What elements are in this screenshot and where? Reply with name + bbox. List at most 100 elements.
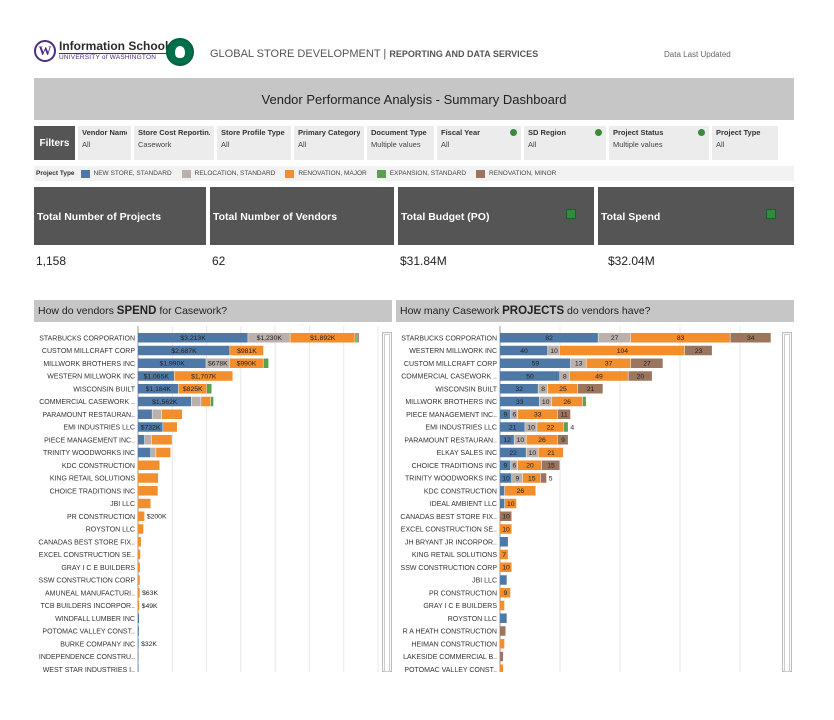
category-label: HEIMAN CONSTRUCTION xyxy=(411,641,497,648)
download-icon[interactable] xyxy=(566,209,576,219)
filter-store-cost-reportin[interactable]: Store Cost Reportin.. Casework xyxy=(134,126,214,160)
category-label: INDEPENDENCE CONSTRU.. xyxy=(39,654,135,661)
filters-label: Filters xyxy=(34,126,75,160)
filter-vendor-name[interactable]: Vendor Name All xyxy=(78,126,131,160)
category-label: PR CONSTRUCTION xyxy=(429,590,497,597)
bar-segment xyxy=(138,664,139,672)
category-label: R A HEATH CONSTRUCTION xyxy=(403,629,497,636)
bar-segment xyxy=(138,549,141,560)
info-icon[interactable] xyxy=(595,129,602,136)
projects-scrollbar[interactable] xyxy=(782,332,792,672)
data-label: 10 xyxy=(502,475,510,482)
filter-value: Multiple values xyxy=(613,140,663,149)
projects-title-post: do vendors have? xyxy=(564,305,651,317)
filter-project-type[interactable]: Project Type All xyxy=(712,126,778,160)
bar-segment xyxy=(138,524,144,534)
data-label: 10 xyxy=(502,565,510,572)
org-name: GLOBAL STORE DEVELOPMENT xyxy=(210,48,381,60)
legend-title: Project Type xyxy=(36,170,75,177)
data-label: 21 xyxy=(547,450,555,457)
category-label: PIECE MANAGEMENT INC.. xyxy=(44,437,135,444)
bar-segment xyxy=(210,396,214,407)
data-label: 10 xyxy=(502,526,510,533)
projects-chart: STARBUCKS CORPORATION 82 27 83 34WESTERN MIL… xyxy=(400,326,771,672)
data-label: 37 xyxy=(605,361,613,368)
kpi-budget-value: $31.84M xyxy=(400,254,447,268)
category-label: TRINITY WOODWORKS INC xyxy=(405,476,497,483)
header: W Information School UNIVERSITY of WASHI… xyxy=(34,38,794,72)
spend-panel-header: How do vendors SPEND for Casework? xyxy=(34,300,392,322)
filter-project-status[interactable]: Project Status Multiple values xyxy=(609,126,709,160)
info-icon[interactable] xyxy=(698,129,705,136)
category-label: MILLWORK BROTHERS INC xyxy=(43,361,135,368)
category-label: WEST STAR INDUSTRIES I.. xyxy=(43,667,135,672)
category-label: MILLWORK BROTHERS INC xyxy=(405,399,497,406)
data-label: 34 xyxy=(747,335,755,342)
scroll-thumb[interactable] xyxy=(784,334,790,672)
bar-segment xyxy=(500,486,505,496)
legend-item[interactable]: RELOCATION, STANDARD xyxy=(181,169,276,178)
filter-primary-category[interactable]: Primary Category All xyxy=(294,126,364,160)
bar-segment xyxy=(156,447,171,458)
spend-scrollbar[interactable] xyxy=(382,332,392,672)
legend-label: RELOCATION, STANDARD xyxy=(194,170,276,177)
data-label: $63K xyxy=(142,590,158,597)
data-label: $1,230K xyxy=(257,335,283,342)
category-label: PARAMOUNT RESTAURAN.. xyxy=(404,437,497,444)
bar-segment xyxy=(162,409,183,419)
data-label: $1,892K xyxy=(310,335,336,342)
filter-title: Fiscal Year xyxy=(441,128,481,137)
legend-item[interactable]: RENOVATION, MINOR xyxy=(476,169,556,178)
kpi-label: Total Spend xyxy=(601,211,661,223)
bar-segment xyxy=(144,435,152,445)
legend-item[interactable]: RENOVATION, MAJOR xyxy=(285,169,367,178)
category-label: AMUNEAL MANUFACTURI.. xyxy=(45,590,135,597)
data-label: $2,687K xyxy=(171,348,197,355)
bar-segment xyxy=(191,396,201,407)
category-label: GRAY I C E BUILDERS xyxy=(61,565,135,572)
data-label: 6 xyxy=(513,412,517,419)
data-label: 15 xyxy=(547,463,555,470)
info-icon[interactable] xyxy=(510,129,517,136)
legend-item[interactable]: EXPANSION, STANDARD xyxy=(376,169,466,178)
data-label: 9 xyxy=(504,463,508,470)
bar-segment xyxy=(138,473,159,483)
download-icon[interactable] xyxy=(766,209,776,219)
data-label: 83 xyxy=(677,335,685,342)
category-label: WINDFALL LUMBER INC xyxy=(55,616,135,623)
filter-title: Store Cost Reportin.. xyxy=(138,128,210,137)
data-label: $1,562K xyxy=(152,399,178,406)
data-label: 4 xyxy=(570,424,574,431)
filter-store-profile-type[interactable]: Store Profile Type All xyxy=(217,126,291,160)
data-label: $1,184K xyxy=(146,386,172,393)
legend-swatch xyxy=(285,169,295,178)
filter-sd-region[interactable]: SD Region All xyxy=(524,126,606,160)
data-label: 10 xyxy=(507,501,515,508)
filter-title: Project Status xyxy=(613,128,664,137)
category-label: EMI INDUSTRIES LLC xyxy=(63,425,135,432)
dashboard-title: Vendor Performance Analysis - Summary Da… xyxy=(34,78,794,120)
bar-segment xyxy=(540,473,547,483)
filter-title: Primary Category xyxy=(298,128,360,137)
spend-chart: STARBUCKS CORPORATION $3,213K $1,230K $1,89… xyxy=(38,326,379,672)
legend-item[interactable]: NEW STORE, STANDARD xyxy=(80,169,172,178)
legend-swatch xyxy=(80,169,90,178)
bar-segment xyxy=(500,600,505,611)
data-label: 10 xyxy=(542,399,550,406)
category-label: POTOMAC VALLEY CONST.. xyxy=(42,629,135,636)
data-label: $3,213K xyxy=(180,335,206,342)
filter-title: Store Profile Type xyxy=(221,128,285,137)
bar-segment xyxy=(355,333,357,343)
bar-segment xyxy=(138,626,139,636)
filter-value: All xyxy=(716,140,725,149)
bar-segment xyxy=(500,651,504,662)
category-label: JBI LLC xyxy=(110,501,135,508)
kpi-vendors-value: 62 xyxy=(212,254,226,268)
category-label: CANADAS BEST STORE FIX.. xyxy=(400,514,497,521)
filter-fiscal-year[interactable]: Fiscal Year All xyxy=(437,126,521,160)
filter-document-type[interactable]: Document Type Multiple values xyxy=(367,126,434,160)
bar-segment xyxy=(582,396,586,407)
scroll-thumb[interactable] xyxy=(384,334,390,672)
data-label: 104 xyxy=(617,348,629,355)
category-label: ROYSTON LLC xyxy=(86,527,135,534)
